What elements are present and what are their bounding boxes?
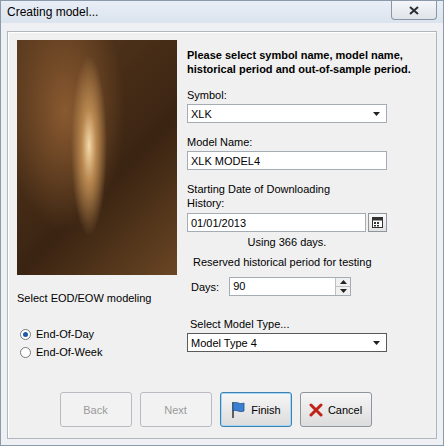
days-label: Days: <box>191 281 219 293</box>
spin-up-button[interactable] <box>336 278 350 286</box>
days-spinner[interactable]: 90 <box>229 277 351 296</box>
model-type-label: Select Model Type... <box>187 318 428 330</box>
flag-icon <box>230 401 246 419</box>
header-image <box>17 40 177 275</box>
radio-label: End-Of-Day <box>36 328 94 340</box>
finish-button[interactable]: Finish <box>220 392 292 427</box>
cancel-button[interactable]: Cancel <box>300 392 372 427</box>
button-label: Next <box>164 404 187 416</box>
start-date-input[interactable]: 01/01/2013 <box>187 213 366 232</box>
main-area: Select EOD/EOW modelingEnd-Of-DayEnd-Of-… <box>17 40 428 358</box>
model-type-dropdown[interactable]: Model Type 4 <box>187 333 387 352</box>
down-arrow-icon <box>373 112 380 116</box>
calendar-button[interactable] <box>368 213 387 232</box>
cancel-icon <box>309 403 323 417</box>
down-arrow-icon <box>373 341 380 345</box>
model-name-input[interactable]: XLK MODEL4 <box>187 151 387 170</box>
model-type-value: Model Type 4 <box>191 337 369 349</box>
radio-button[interactable] <box>20 347 31 358</box>
button-label: Finish <box>251 404 280 416</box>
form-panel: Please select symbol name, model name, h… <box>187 40 428 358</box>
window-title: Creating model... <box>7 1 98 19</box>
start-date-row: 01/01/2013 <box>187 213 387 232</box>
title-bar: Creating model... <box>1 1 443 23</box>
model-name-value: XLK MODEL4 <box>191 155 383 167</box>
modeling-options: End-Of-Day End-Of-Week <box>17 328 177 358</box>
button-label: Back <box>83 404 107 416</box>
symbol-dropdown[interactable]: XLK <box>187 104 387 123</box>
close-button[interactable] <box>391 1 437 20</box>
back-button: Back <box>60 392 132 427</box>
dialog-window: Creating model... Select EOD/EOW modeling… <box>0 0 444 446</box>
symbol-value: XLK <box>191 108 369 120</box>
modeling-label: Select EOD/EOW modeling <box>17 292 177 304</box>
days-row: Days: 90 <box>187 277 428 296</box>
spinner-buttons <box>335 278 350 295</box>
radio-option[interactable]: End-Of-Week <box>20 346 177 358</box>
days-note: Using 366 days. <box>187 236 387 248</box>
up-arrow-icon <box>340 280 347 284</box>
down-arrow-icon <box>340 289 347 293</box>
radio-button[interactable] <box>20 329 31 340</box>
next-button: Next <box>140 392 212 427</box>
start-date-label: Starting Date of Downloading History: <box>187 182 347 210</box>
content-frame: Select EOD/EOW modelingEnd-Of-DayEnd-Of-… <box>7 31 437 439</box>
dropdown-button[interactable] <box>369 112 383 116</box>
radio-option[interactable]: End-Of-Day <box>20 328 177 340</box>
radio-label: End-Of-Week <box>36 346 102 358</box>
button-label: Cancel <box>328 404 362 416</box>
spin-down-button[interactable] <box>336 286 350 295</box>
start-date-value: 01/01/2013 <box>191 217 362 229</box>
radio-dot <box>23 332 28 337</box>
calendar-icon <box>372 217 383 228</box>
dropdown-button[interactable] <box>369 341 383 345</box>
symbol-label: Symbol: <box>187 89 428 101</box>
button-bar: Back Next Finish Cancel <box>17 392 428 427</box>
test-period-label: Reserved historical period for testing <box>187 256 428 268</box>
instructions: Please select symbol name, model name, h… <box>187 48 435 76</box>
left-panel: Select EOD/EOW modelingEnd-Of-DayEnd-Of-… <box>17 40 177 358</box>
model-name-label: Model Name: <box>187 136 428 148</box>
close-icon <box>409 6 419 15</box>
days-value: 90 <box>230 278 335 295</box>
